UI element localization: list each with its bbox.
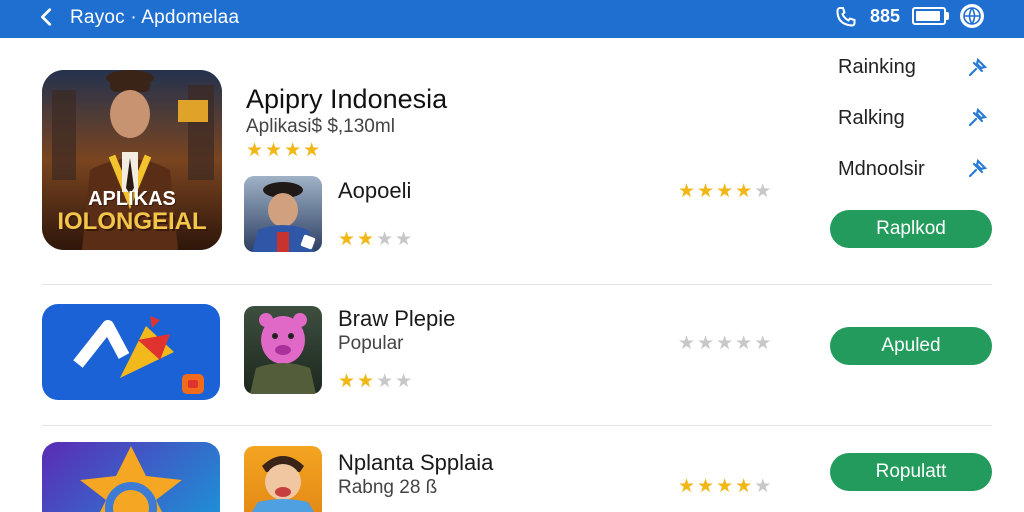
app-icon-braw[interactable]: [244, 306, 322, 394]
star-icon: ★: [338, 371, 356, 392]
row-divider: [42, 425, 992, 426]
app-bar-title: Rayoc · Apdomelaa: [70, 7, 240, 28]
app-icon-art: [80, 446, 182, 512]
star-icon: ★: [395, 371, 413, 392]
globe-icon[interactable]: [958, 2, 986, 30]
side-menu-item-2[interactable]: Ralking: [838, 107, 905, 130]
row-divider: [42, 284, 992, 285]
app-action-button[interactable]: Apuled: [830, 327, 992, 365]
featured-app-subtitle: Aplikasi$ $,130ml: [246, 116, 395, 137]
featured-app-title[interactable]: Apipry Indonesia: [246, 84, 447, 115]
app-icon-art: [250, 313, 316, 394]
star-icon: ★: [395, 229, 413, 250]
star-icon: ★: [357, 371, 375, 392]
star-icon: ★: [338, 229, 356, 250]
star-icon: ★: [754, 476, 772, 497]
star-icon: ★: [246, 140, 264, 161]
star-icon: ★: [284, 140, 302, 161]
app-subtitle: Popular: [338, 333, 404, 354]
star-icon: ★: [265, 140, 283, 161]
app-icon-purple[interactable]: [42, 442, 220, 512]
app-name[interactable]: Aopoeli: [338, 178, 411, 204]
app-name[interactable]: Nplanta Spplaia: [338, 450, 493, 476]
pin-icon[interactable]: [966, 57, 988, 79]
phone-icon[interactable]: [834, 5, 858, 29]
star-icon: ★: [376, 371, 394, 392]
app-small-rating: ★ ★ ★ ★: [338, 372, 412, 392]
star-icon: ★: [697, 181, 715, 202]
app-icon-art: [252, 456, 314, 512]
top-app-bar: Rayoc · Apdomelaa 885: [0, 0, 1024, 38]
app-icon-art: [252, 182, 316, 252]
star-icon: ★: [754, 333, 772, 354]
featured-rating: ★ ★ ★ ★: [246, 141, 320, 161]
star-icon: ★: [735, 476, 753, 497]
app-right-rating: ★ ★ ★ ★ ★: [678, 477, 771, 497]
star-icon: ★: [697, 476, 715, 497]
star-icon: ★: [735, 333, 753, 354]
star-icon: ★: [697, 333, 715, 354]
featured-app-icon[interactable]: APLIKAS IOLONGEIAL: [42, 70, 222, 250]
star-icon: ★: [754, 181, 772, 202]
app-icon-blue[interactable]: [42, 304, 220, 400]
app-name[interactable]: Braw Plepie: [338, 306, 455, 332]
star-icon: ★: [716, 333, 734, 354]
pin-icon[interactable]: [966, 158, 988, 180]
app-action-button[interactable]: Raplkod: [830, 210, 992, 248]
app-icon-aopoeli[interactable]: [244, 176, 322, 252]
featured-banner-line-2: IOLONGEIAL: [57, 208, 207, 235]
side-menu-item-3[interactable]: Mdnoolsir: [838, 158, 925, 181]
star-icon: ★: [735, 181, 753, 202]
star-icon: ★: [716, 181, 734, 202]
pin-icon[interactable]: [966, 107, 988, 129]
star-icon: ★: [376, 229, 394, 250]
app-small-rating: ★ ★ ★ ★: [338, 230, 412, 250]
battery-icon: [912, 7, 946, 25]
app-icon-nplanta[interactable]: [244, 446, 322, 512]
star-icon: ★: [303, 140, 321, 161]
app-action-button[interactable]: Ropulatt: [830, 453, 992, 491]
star-icon: ★: [678, 181, 696, 202]
app-subtitle: Rabng 28 ß: [338, 477, 438, 498]
battery-tip: [946, 12, 949, 20]
app-icon-art: [73, 316, 204, 394]
chevron-left-icon[interactable]: [36, 6, 58, 28]
star-icon: ★: [678, 476, 696, 497]
star-icon: ★: [357, 229, 375, 250]
side-menu-item-1[interactable]: Rainking: [838, 56, 916, 79]
app-right-rating: ★ ★ ★ ★ ★: [678, 182, 771, 202]
status-clock: 885: [870, 6, 901, 26]
app-right-rating: ★ ★ ★ ★ ★: [678, 334, 771, 354]
star-icon: ★: [716, 476, 734, 497]
star-icon: ★: [678, 333, 696, 354]
